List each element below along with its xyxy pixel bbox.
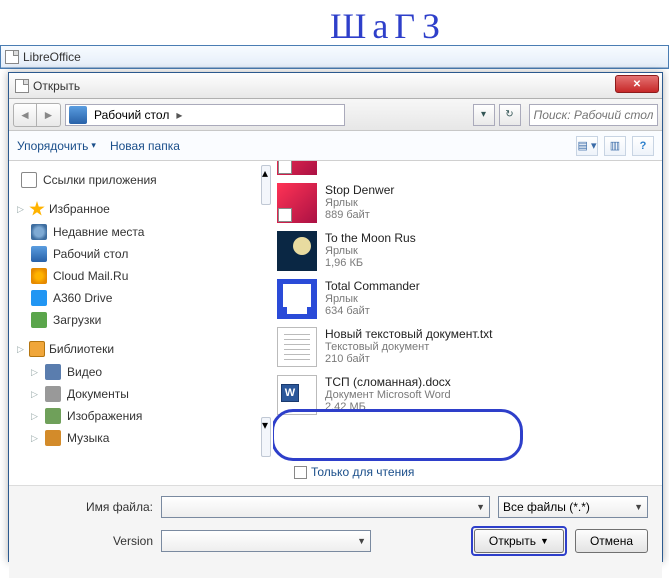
refresh-button[interactable]: ↻ <box>499 104 521 126</box>
splitter-handle-bottom[interactable]: ▾ <box>261 417 271 457</box>
view-mode-button[interactable]: ▤ ▾ <box>576 136 598 156</box>
link-icon <box>21 172 37 188</box>
breadcrumb[interactable]: Рабочий стол ▸ <box>65 104 345 126</box>
document-icon <box>5 50 19 64</box>
video-icon <box>45 364 61 380</box>
sidebar-item-documents[interactable]: ▷Документы <box>17 383 255 405</box>
sidebar: Ссылки приложения ▷ Избранное Недавние м… <box>9 161 259 461</box>
sidebar-item-a360[interactable]: A360 Drive <box>17 287 255 309</box>
organize-menu[interactable]: Упорядочить ▾ <box>17 139 96 153</box>
downloads-icon <box>31 312 47 328</box>
file-item[interactable]: 889 байт <box>273 161 662 179</box>
dialog-titlebar[interactable]: Открыть ✕ <box>9 73 662 99</box>
preview-pane-button[interactable]: ▥ <box>604 136 626 156</box>
breadcrumb-text: Рабочий стол <box>90 108 173 122</box>
app-titlebar[interactable]: LibreOffice <box>1 46 668 68</box>
sidebar-item-cloud[interactable]: Cloud Mail.Ru <box>17 265 255 287</box>
form-area: Имя файла: ▼ Все файлы (*.*)▼ Version ▼ … <box>9 485 662 578</box>
splitter[interactable]: ▴ ▾ <box>259 161 273 461</box>
forward-button[interactable]: ► <box>37 103 61 127</box>
file-list[interactable]: 889 байт Stop Denwer Ярлык 889 байт To t… <box>273 161 662 461</box>
history-dropdown[interactable]: ▾ <box>473 104 495 126</box>
navigation-bar: ◄ ► Рабочий стол ▸ ▾ ↻ <box>9 99 662 131</box>
close-button[interactable]: ✕ <box>615 75 659 93</box>
music-icon <box>45 430 61 446</box>
filename-field[interactable]: ▼ <box>161 496 490 518</box>
handwritten-annotation: ШаГЗ <box>330 5 446 47</box>
app-window: LibreOffice <box>0 45 669 69</box>
help-button[interactable]: ? <box>632 136 654 156</box>
expand-icon[interactable]: ▷ <box>17 344 25 355</box>
file-filter-combo[interactable]: Все файлы (*.*)▼ <box>498 496 648 518</box>
sidebar-libraries-header[interactable]: ▷ Библиотеки <box>17 341 255 357</box>
text-file-icon <box>277 327 317 367</box>
game-icon <box>277 231 317 271</box>
app-title: LibreOffice <box>23 50 81 64</box>
chevron-down-icon[interactable]: ▼ <box>634 502 643 512</box>
sidebar-item-recent[interactable]: Недавние места <box>17 221 255 243</box>
word-file-icon <box>277 375 317 415</box>
libraries-icon <box>29 341 45 357</box>
star-icon <box>29 201 45 217</box>
sidebar-app-links[interactable]: Ссылки приложения <box>17 169 255 191</box>
documents-icon <box>45 386 61 402</box>
sidebar-item-music[interactable]: ▷Музыка <box>17 427 255 449</box>
open-button-highlight: Открыть▼ <box>471 526 567 556</box>
version-label: Version <box>23 534 153 548</box>
sidebar-item-desktop[interactable]: Рабочий стол <box>17 243 255 265</box>
chevron-down-icon[interactable]: ▼ <box>357 536 366 546</box>
floppy-icon <box>277 279 317 319</box>
desktop-icon <box>31 246 47 262</box>
sidebar-favorites-header[interactable]: ▷ Избранное <box>17 201 255 217</box>
readonly-checkbox[interactable] <box>294 466 307 479</box>
cancel-button[interactable]: Отмена <box>575 529 648 553</box>
a360-icon <box>31 290 47 306</box>
images-icon <box>45 408 61 424</box>
cloud-icon <box>31 268 47 284</box>
readonly-row: Только для чтения <box>9 461 662 485</box>
file-item[interactable]: To the Moon Rus Ярлык 1,96 КБ <box>273 227 662 275</box>
new-folder-button[interactable]: Новая папка <box>110 139 180 153</box>
search-box[interactable] <box>529 104 659 126</box>
expand-icon[interactable]: ▷ <box>17 204 25 215</box>
open-button[interactable]: Открыть▼ <box>474 529 564 553</box>
file-item[interactable]: Stop Denwer Ярлык 889 байт <box>273 179 662 227</box>
filename-input[interactable] <box>166 500 470 514</box>
back-button[interactable]: ◄ <box>13 103 37 127</box>
sidebar-item-images[interactable]: ▷Изображения <box>17 405 255 427</box>
dialog-title: Открыть <box>33 79 80 93</box>
version-combo[interactable]: ▼ <box>161 530 371 552</box>
shortcut-icon <box>277 183 317 223</box>
chevron-right-icon[interactable]: ▸ <box>173 108 185 122</box>
shortcut-icon <box>277 161 317 175</box>
search-input[interactable] <box>534 108 654 122</box>
chevron-down-icon[interactable]: ▼ <box>476 502 485 512</box>
file-item-selected[interactable]: ТСП (сломанная).docx Документ Microsoft … <box>273 371 662 419</box>
file-item[interactable]: Новый текстовый документ.txt Текстовый д… <box>273 323 662 371</box>
sidebar-item-downloads[interactable]: Загрузки <box>17 309 255 331</box>
recent-icon <box>31 224 47 240</box>
document-icon <box>15 79 29 93</box>
file-item[interactable]: Total Commander Ярлык 634 байт <box>273 275 662 323</box>
open-dialog: Открыть ✕ ◄ ► Рабочий стол ▸ ▾ ↻ Упорядо… <box>8 72 663 562</box>
filename-label: Имя файла: <box>23 500 153 514</box>
toolbar: Упорядочить ▾ Новая папка ▤ ▾ ▥ ? <box>9 131 662 161</box>
readonly-label[interactable]: Только для чтения <box>311 465 414 479</box>
sidebar-item-video[interactable]: ▷Видео <box>17 361 255 383</box>
desktop-icon <box>69 106 87 124</box>
splitter-handle-top[interactable]: ▴ <box>261 165 271 205</box>
